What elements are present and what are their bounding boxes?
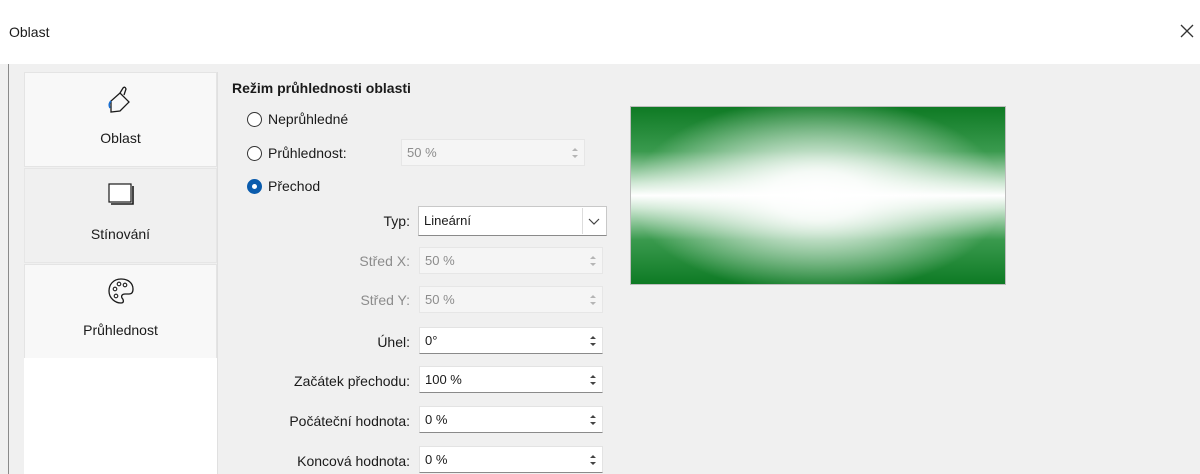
palette-icon (107, 277, 135, 308)
spinbox-value: 0 % (425, 412, 448, 427)
radio-button[interactable] (247, 179, 262, 194)
shadow-rectangle-icon (107, 181, 135, 210)
center-y-spinbox[interactable]: 50 % (419, 286, 603, 313)
end-value-label: Koncová hodnota: (297, 453, 410, 469)
center-y-label: Střed Y: (360, 292, 410, 308)
spinbox-value: 50 % (407, 145, 437, 160)
window-title: Oblast (9, 24, 50, 40)
sidebar-divider (217, 72, 218, 474)
spin-arrows-icon[interactable] (570, 143, 580, 163)
radio-label: Neprůhledné (268, 111, 349, 127)
sidebar-item-label: Průhlednost (83, 322, 158, 338)
gradient-preview (630, 106, 1006, 285)
spin-arrows-icon[interactable] (588, 370, 598, 390)
select-value: Lineární (424, 213, 471, 228)
radio-label: Přechod (268, 178, 321, 194)
angle-label: Úhel: (377, 334, 410, 350)
category-sidebar: Oblast Stínování Průhlednost (24, 72, 217, 359)
spinbox-value: 50 % (425, 292, 455, 307)
spin-arrows-icon[interactable] (588, 290, 598, 310)
radio-button[interactable] (247, 112, 262, 127)
close-icon[interactable] (1176, 20, 1198, 42)
center-x-spinbox[interactable]: 50 % (419, 247, 603, 274)
angle-spinbox[interactable]: 0° (419, 327, 603, 354)
start-value-label: Počáteční hodnota: (289, 413, 410, 429)
spinbox-value: 100 % (425, 372, 462, 387)
sidebar-item-area[interactable]: Oblast (24, 72, 217, 167)
spin-arrows-icon[interactable] (588, 331, 598, 351)
border-spinbox[interactable]: 100 % (419, 366, 603, 393)
center-x-label: Střed X: (359, 253, 410, 269)
sidebar-item-shadow[interactable]: Stínování (24, 168, 217, 263)
end-value-spinbox[interactable]: 0 % (419, 446, 603, 473)
paint-bucket-icon (107, 85, 135, 118)
sidebar-item-label: Oblast (100, 130, 141, 146)
gradient-type-select[interactable]: Lineární (418, 206, 607, 236)
chevron-down-icon[interactable] (582, 208, 605, 234)
section-title: Režim průhlednosti oblasti (232, 80, 411, 96)
start-value-spinbox[interactable]: 0 % (419, 406, 603, 433)
spinbox-value: 50 % (425, 253, 455, 268)
transparency-spinbox[interactable]: 50 % (401, 139, 585, 166)
spin-arrows-icon[interactable] (588, 450, 598, 470)
type-label: Typ: (383, 213, 410, 229)
spin-arrows-icon[interactable] (588, 251, 598, 271)
sidebar-item-transparency[interactable]: Průhlednost (24, 264, 217, 359)
title-bar: Oblast (0, 0, 1200, 64)
sidebar-empty-area (24, 358, 217, 474)
spinbox-value: 0 % (425, 452, 448, 467)
spinbox-value: 0° (425, 333, 438, 348)
border-label: Začátek přechodu: (294, 373, 410, 389)
spin-arrows-icon[interactable] (588, 410, 598, 430)
radio-label: Průhlednost: (268, 145, 347, 161)
sidebar-item-label: Stínování (90, 226, 151, 242)
radio-button[interactable] (247, 146, 262, 161)
window-left-edge (8, 64, 9, 474)
